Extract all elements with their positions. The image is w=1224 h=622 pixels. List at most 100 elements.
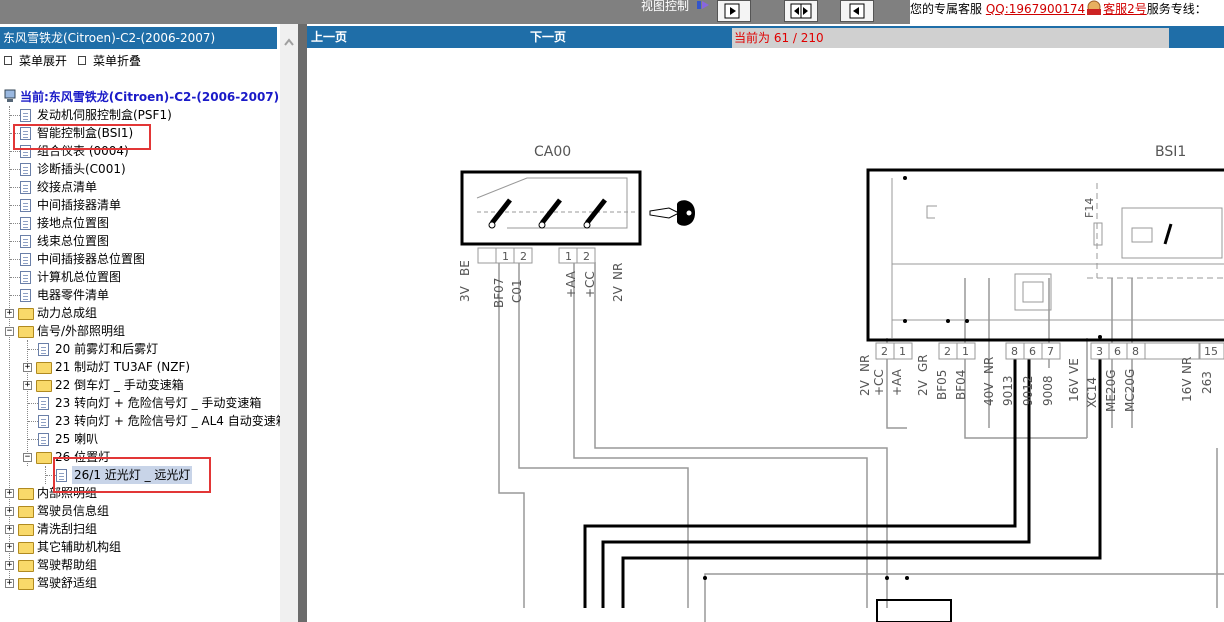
expand-icon[interactable]: +: [5, 489, 14, 498]
service-agent-link[interactable]: 客服2号: [1103, 2, 1147, 16]
bsi-pin-6: 7: [1047, 345, 1054, 358]
document-icon: [20, 199, 31, 212]
tree-item-connector-list[interactable]: 中间插接器清单: [37, 196, 121, 214]
tree-folder-signal-lighting[interactable]: 信号/外部照明组: [37, 322, 125, 340]
document-icon: [38, 343, 49, 356]
tree-item-turn-signal-manual[interactable]: 23 转向灯 + 危险信号灯 _ 手动变速箱: [55, 394, 261, 412]
bsi-label-11: 9012: [1021, 375, 1035, 406]
customer-service-bar: 您的专属客服 QQ:1967900174 客服2号服务专线：: [910, 0, 1224, 24]
service-prefix: 您的专属客服: [910, 2, 983, 16]
computer-icon: [4, 89, 16, 102]
highlight-box: [13, 124, 151, 150]
bsi-pin-3: 1: [962, 345, 969, 358]
bsi-pin-9: 8: [1132, 345, 1139, 358]
page-indicator: 当前为 61 / 210: [732, 28, 1169, 48]
expand-icon[interactable]: +: [5, 579, 14, 588]
sidebar-scrollbar[interactable]: [280, 24, 298, 622]
tree-item-horn[interactable]: 25 喇叭: [55, 430, 98, 448]
collapse-icon[interactable]: −: [23, 453, 32, 462]
bsi-label-1: NR: [858, 355, 872, 372]
bsi-label-7: BF04: [954, 370, 968, 400]
tree-folder-brake-lamps[interactable]: 21 制动灯 TU3AF (NZF): [55, 358, 190, 376]
wiring-diagram-svg: CA00 1 2 1 2 3V BE BF07 C01 +AA +CC 2V N…: [458, 144, 1224, 622]
expand-all-button[interactable]: 菜单展开: [4, 54, 67, 68]
tree-item-harness-map[interactable]: 线束总位置图: [37, 232, 109, 250]
ca00-pin-2: 2: [520, 250, 527, 263]
folder-icon: [18, 578, 34, 590]
tree-item-parts-list[interactable]: 电器零件清单: [37, 286, 109, 304]
bsi-label-16: ME20G: [1104, 369, 1118, 412]
bsi-pin-4: 8: [1011, 345, 1018, 358]
tree-folder-powertrain[interactable]: 动力总成组: [37, 304, 97, 322]
bsi-label-18: 16V: [1180, 378, 1194, 402]
sidebar: 东风雪铁龙(Citroen)-C2-(2006-2007) 菜单展开 菜单折叠 …: [0, 24, 288, 622]
tree-item-ground-map[interactable]: 接地点位置图: [37, 214, 109, 232]
two-page-view-button[interactable]: [784, 0, 818, 22]
expand-icon[interactable]: +: [5, 543, 14, 552]
expand-icon[interactable]: +: [5, 561, 14, 570]
ca00-left-line-3: C01: [510, 279, 524, 303]
tree-folder-driving-aid[interactable]: 驾驶帮助组: [37, 556, 97, 574]
next-page-link[interactable]: 下一页: [530, 26, 566, 48]
bsi-label-5: GR: [916, 354, 930, 372]
prev-page-icon: [849, 3, 865, 19]
tree-root[interactable]: 当前:东风雪铁龙(Citroen)-C2-(2006-2007): [20, 88, 279, 106]
previous-page-view-button[interactable]: [840, 0, 874, 22]
tree-item-splice-list[interactable]: 绞接点清单: [37, 178, 97, 196]
ca00-label: CA00: [534, 144, 571, 160]
folder-open-icon: [36, 452, 52, 464]
bsi-label-0: 2V: [858, 379, 872, 396]
tree-folder-driver-info[interactable]: 驾驶员信息组: [37, 502, 109, 520]
bsi-label-4: 2V: [916, 379, 930, 396]
ca00-right-line-0: +AA: [564, 270, 578, 298]
document-icon: [20, 181, 31, 194]
main-pane: 上一页 下一页 当前为 61 / 210 CA00 1 2 1 2 3V BE …: [307, 24, 1224, 622]
highlight-box: [53, 457, 211, 493]
expand-all-label: 菜单展开: [19, 54, 68, 68]
top-toolbar: 视图控制 您的专属客服 QQ:1967900174 客服2号服务专线：: [0, 0, 1224, 24]
folder-open-icon: [18, 326, 34, 338]
expand-icon[interactable]: +: [23, 381, 32, 390]
ca00-right-line-3: NR: [611, 263, 625, 280]
collapse-all-label: 菜单折叠: [93, 54, 142, 68]
bsi-label-17: MC20G: [1123, 369, 1137, 412]
qq-link[interactable]: QQ:1967900174: [986, 2, 1085, 16]
document-icon: [20, 163, 31, 176]
folder-icon: [36, 380, 52, 392]
folder-icon: [18, 524, 34, 536]
folder-icon: [18, 308, 34, 320]
bsi-pin-10: 15: [1204, 345, 1218, 358]
tree-item-psf1[interactable]: 发动机伺服控制盒(PSF1): [37, 106, 172, 124]
ca00-pin-1: 1: [502, 250, 509, 263]
expand-icon[interactable]: +: [5, 507, 14, 516]
bsi-pin-2: 2: [944, 345, 951, 358]
bsi-pin-8: 6: [1114, 345, 1121, 358]
tree-folder-comfort[interactable]: 驾驶舒适组: [37, 574, 97, 592]
scroll-up-icon[interactable]: [284, 38, 294, 46]
prev-page-link[interactable]: 上一页: [311, 26, 347, 48]
tree-item-c001[interactable]: 诊断插头(C001): [37, 160, 126, 178]
tree-item-fog-lamps[interactable]: 20 前雾灯和后雾灯: [55, 340, 158, 358]
tree-folder-reverse-lamps[interactable]: 22 倒车灯 _ 手动变速箱: [55, 376, 184, 394]
tree-item-turn-signal-al4[interactable]: 23 转向灯 + 危险信号灯 _ AL4 自动变速箱: [55, 412, 288, 430]
tree-folder-wash-wipe[interactable]: 清洗刮扫组: [37, 520, 97, 538]
collapse-icon[interactable]: −: [5, 327, 14, 336]
expand-icon[interactable]: +: [23, 363, 32, 372]
tree-item-computer-map[interactable]: 计算机总位置图: [37, 268, 121, 286]
bsi-label-20: 263: [1200, 371, 1214, 394]
single-page-view-button[interactable]: [717, 0, 751, 22]
bsi-label-19: NR: [1180, 357, 1194, 374]
ca00-left-line-1: BE: [458, 260, 472, 276]
bsi-pin-5: 6: [1029, 345, 1036, 358]
bsi-label-13: 16V: [1067, 378, 1081, 402]
folder-icon: [18, 488, 34, 500]
tree-folder-auxiliary[interactable]: 其它辅助机构组: [37, 538, 121, 556]
expand-icon[interactable]: +: [5, 309, 14, 318]
expand-icon[interactable]: +: [5, 525, 14, 534]
collapse-all-button[interactable]: 菜单折叠: [78, 54, 141, 68]
service-hotline-label: 服务专线：: [1146, 2, 1207, 16]
ca00-pin-4: 2: [583, 250, 590, 263]
document-icon: [38, 433, 49, 446]
pane-splitter[interactable]: [298, 24, 307, 622]
tree-item-connector-map[interactable]: 中间插接器总位置图: [37, 250, 145, 268]
